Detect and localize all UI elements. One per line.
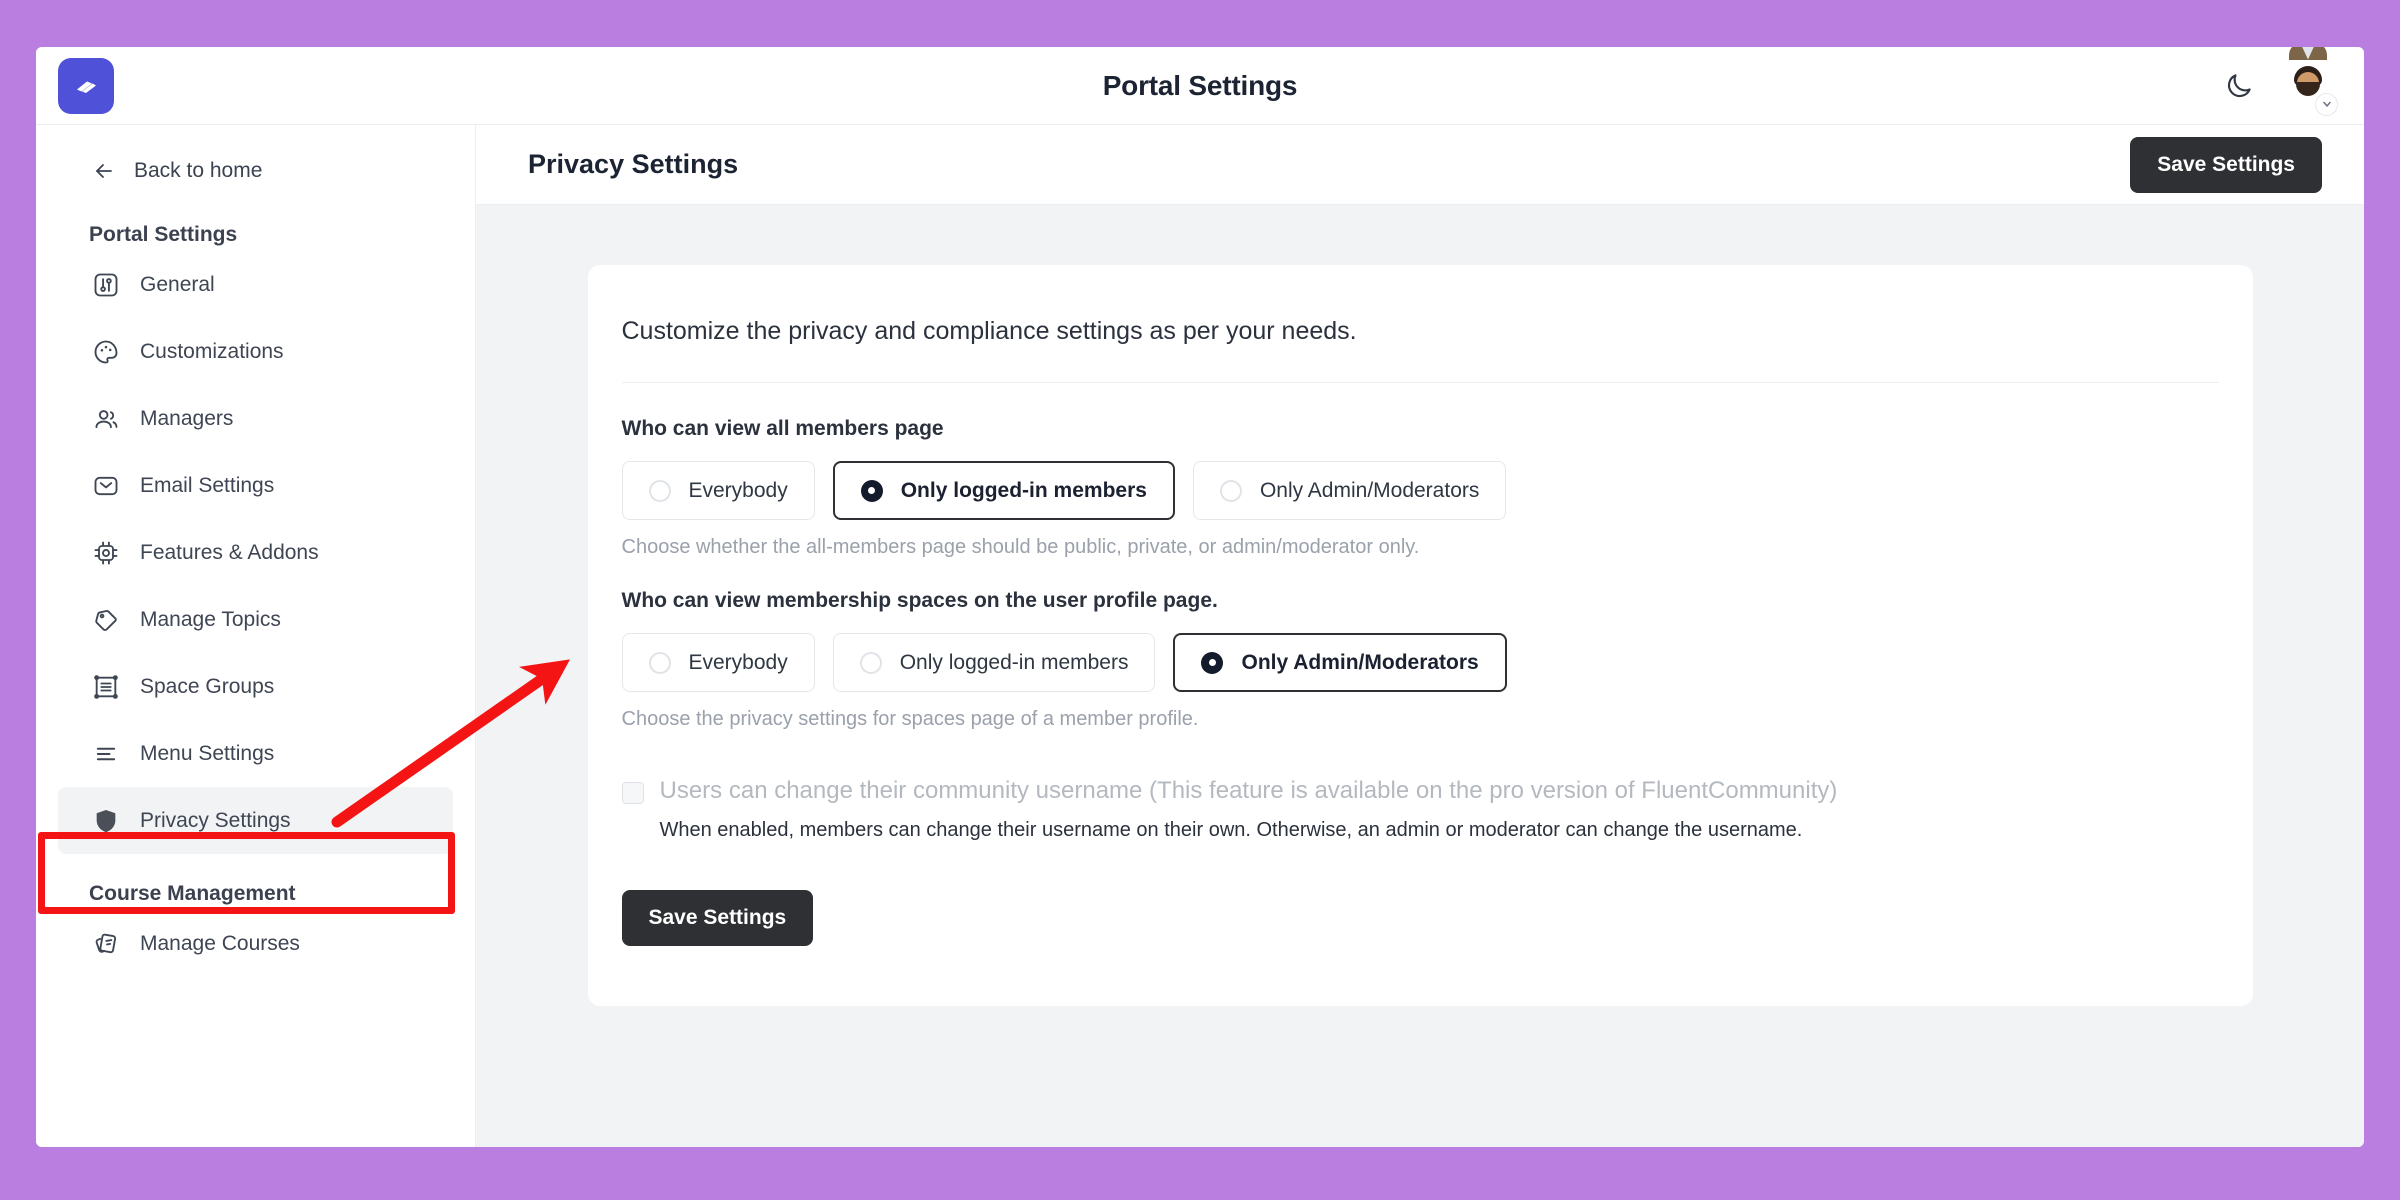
radio-option-label: Only Admin/Moderators — [1259, 478, 1480, 502]
sidebar-item-label: Space Groups — [140, 674, 275, 698]
radio-option-only-logged-in-members[interactable]: Only logged-in members — [832, 633, 1156, 692]
privacy-settings-card: Customize the privacy and compliance set… — [587, 265, 2253, 1006]
sidebar-item-general[interactable]: General — [58, 251, 453, 318]
arrow-left-icon — [92, 159, 116, 183]
username-change-checkbox — [621, 782, 644, 804]
sidebar-item-customizations[interactable]: Customizations — [58, 318, 453, 385]
sidebar-item-menu-settings[interactable]: Menu Settings — [58, 720, 453, 787]
username-change-label: Users can change their community usernam… — [659, 777, 1838, 804]
sidebar-item-label: Customizations — [140, 339, 284, 363]
sidebar-item-label: Manage Courses — [140, 931, 300, 955]
radio-group-membership-spaces: Everybody Only logged-in members Only Ad… — [621, 633, 2219, 692]
field-label: Who can view all members page — [621, 417, 944, 440]
shield-icon — [92, 807, 120, 835]
field-all-members-page: Who can view all members page Everybody … — [618, 417, 2223, 559]
sidebar-item-features-addons[interactable]: Features & Addons — [58, 519, 453, 586]
header-save-settings-button[interactable]: Save Settings — [2130, 136, 2322, 193]
radio-option-everybody[interactable]: Everybody — [621, 461, 815, 520]
card-intro-text: Customize the privacy and compliance set… — [621, 317, 1357, 345]
sidebar-item-label: Features & Addons — [140, 540, 319, 564]
back-to-home-label: Back to home — [134, 159, 263, 182]
avatar[interactable] — [2282, 47, 2337, 115]
username-change-checkbox-row: Users can change their community usernam… — [618, 761, 2223, 805]
field-help-text: Choose whether the all-members page shou… — [621, 536, 1420, 558]
sidebar-item-managers[interactable]: Managers — [58, 385, 453, 452]
radio-option-label: Only Admin/Moderators — [1241, 650, 1479, 674]
page-title: Privacy Settings — [528, 149, 739, 179]
field-help-text: Choose the privacy settings for spaces p… — [621, 708, 1199, 730]
radio-option-label: Only logged-in members — [900, 478, 1147, 502]
sidebar-item-privacy-settings[interactable]: Privacy Settings — [58, 787, 453, 854]
sidebar-item-label: Privacy Settings — [140, 808, 291, 832]
radio-option-only-admin-moderators[interactable]: Only Admin/Moderators — [1192, 461, 1507, 520]
menu-lines-icon — [92, 740, 120, 768]
sidebar-item-label: Managers — [140, 406, 234, 430]
radio-group-all-members-page: Everybody Only logged-in members Only Ad… — [621, 461, 2219, 520]
sidebar: Back to home Portal Settings General Cus… — [36, 125, 476, 1147]
radio-indicator-icon — [860, 479, 883, 502]
sidebar-item-manage-courses[interactable]: Manage Courses — [58, 910, 453, 977]
divider — [621, 382, 2219, 383]
field-label: Who can view membership spaces on the us… — [621, 589, 1218, 612]
layout-grid-icon — [92, 673, 120, 701]
sidebar-item-email-settings[interactable]: Email Settings — [58, 452, 453, 519]
sidebar-item-manage-topics[interactable]: Manage Topics — [58, 586, 453, 653]
field-membership-spaces: Who can view membership spaces on the us… — [618, 589, 2223, 731]
sidebar-item-label: General — [140, 272, 215, 296]
sidebar-item-space-groups[interactable]: Space Groups — [58, 653, 453, 720]
radio-indicator-icon — [1201, 651, 1224, 674]
sidebar-item-label: Menu Settings — [140, 741, 275, 765]
palette-icon — [92, 338, 120, 366]
app-title: Portal Settings — [1102, 69, 1298, 101]
app-window: Portal Settings Back to home Portal Sett… — [36, 47, 2364, 1147]
main-scroll-area: Customize the privacy and compliance set… — [476, 205, 2364, 1147]
users-icon — [92, 405, 120, 433]
radio-option-everybody[interactable]: Everybody — [621, 633, 815, 692]
username-change-help: When enabled, members can change their u… — [659, 819, 1803, 841]
nav-group-title-course-management: Course Management — [89, 882, 296, 905]
body-split: Back to home Portal Settings General Cus… — [36, 125, 2364, 1147]
cards-icon — [92, 930, 120, 958]
card-save-row: Save Settings — [618, 842, 2223, 946]
fluent-community-logo-icon[interactable] — [58, 57, 114, 114]
tag-icon — [92, 606, 120, 634]
sidebar-item-label: Manage Topics — [140, 607, 281, 631]
radio-option-only-admin-moderators[interactable]: Only Admin/Moderators — [1173, 633, 1507, 692]
topbar-actions — [2224, 47, 2337, 115]
radio-indicator-icon — [648, 479, 671, 502]
envelope-icon — [92, 472, 120, 500]
moon-icon[interactable] — [2224, 71, 2254, 101]
sidebar-item-label: Email Settings — [140, 473, 275, 497]
sliders-icon — [92, 271, 120, 299]
card-save-settings-button[interactable]: Save Settings — [621, 890, 814, 946]
chevron-down-icon[interactable] — [2316, 93, 2337, 115]
nav-group-title-portal-settings: Portal Settings — [89, 223, 238, 246]
chip-icon — [92, 539, 120, 567]
main-content: Privacy Settings Save Settings Customize… — [476, 125, 2364, 1147]
radio-indicator-icon — [648, 651, 671, 674]
main-header: Privacy Settings Save Settings — [476, 125, 2364, 205]
radio-indicator-icon — [859, 651, 882, 674]
radio-option-label: Only logged-in members — [899, 650, 1129, 674]
radio-indicator-icon — [1219, 479, 1242, 502]
radio-option-only-logged-in-members[interactable]: Only logged-in members — [832, 461, 1175, 520]
back-to-home-link[interactable]: Back to home — [36, 147, 475, 195]
radio-option-label: Everybody — [688, 478, 788, 502]
radio-option-label: Everybody — [688, 650, 788, 674]
top-bar: Portal Settings — [36, 47, 2364, 125]
